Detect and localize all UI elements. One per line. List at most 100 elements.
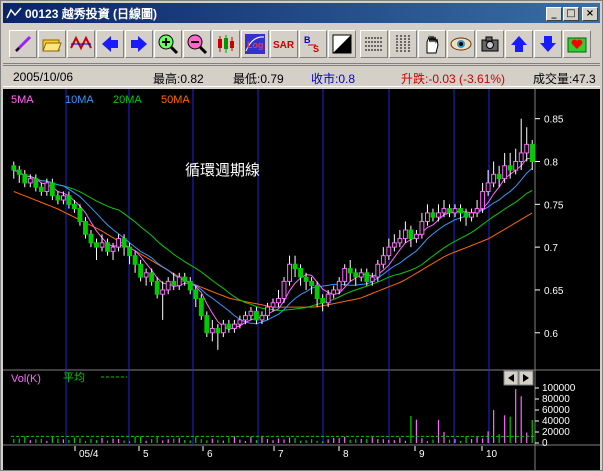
sar-icon: SAR (273, 40, 295, 51)
snapshot-button[interactable] (476, 30, 504, 58)
view-button[interactable] (447, 30, 475, 58)
price-volume-chart[interactable]: 0.85 0.8 0.75 0.7 0.65 0.6 1000008000060000400… (3, 89, 600, 470)
candle-body (66, 195, 72, 205)
contrast-icon (332, 34, 352, 54)
contrast-button[interactable] (328, 30, 356, 58)
open-button[interactable] (38, 30, 66, 58)
candle-body (265, 306, 270, 317)
quote-high: 最高:0.82 (153, 72, 204, 86)
buy-sell-icon: BS (304, 35, 319, 54)
volume-tick-label: 20000 (542, 427, 570, 438)
candle-body (287, 263, 292, 282)
candle-body (402, 229, 408, 240)
candle-body (369, 276, 375, 282)
draw-line-button[interactable] (9, 30, 37, 58)
price-tick-label: 0.65 (544, 286, 564, 297)
candle-body (193, 289, 199, 299)
quote-volume: 成交量:47.3 (533, 72, 596, 86)
candle-body (99, 242, 105, 248)
candle-body (154, 280, 160, 295)
candle-body (342, 268, 348, 282)
candle-body (480, 190, 486, 210)
candle-body (248, 310, 254, 317)
candle-body (447, 208, 452, 214)
candle-body (303, 276, 309, 282)
candle-body (55, 195, 61, 201)
sar-button[interactable]: SAR (270, 30, 298, 58)
candle-body (254, 310, 259, 321)
vertical-grid-button[interactable] (389, 30, 417, 58)
arrow-down-icon (540, 36, 556, 52)
candle-body (386, 246, 392, 257)
legend-20ma: 20MA (113, 94, 142, 106)
wave-button[interactable] (67, 30, 95, 58)
candle-body (198, 298, 204, 317)
candle-body (281, 280, 287, 299)
month-label: 8 (343, 449, 349, 460)
close-button[interactable]: × (582, 7, 598, 21)
log-scale-button[interactable]: Log (241, 30, 269, 58)
candle-body (116, 238, 121, 248)
move-up-button[interactable] (505, 30, 533, 58)
application-window: 00123 越秀投資 (日線圖) _ □ × Log SAR B S 2005/… (0, 0, 603, 471)
candle-body (105, 242, 110, 252)
scroll-right-button[interactable] (125, 30, 153, 58)
horizontal-grid-button[interactable] (360, 30, 388, 58)
candle-body (77, 208, 83, 222)
volume-tick-label: 80000 (542, 394, 570, 405)
candle-body (127, 246, 133, 257)
chart-area[interactable]: 0.85 0.8 0.75 0.7 0.65 0.6 100000 80000 60000 400… (3, 89, 600, 470)
minimize-button[interactable]: _ (546, 7, 562, 21)
candle-body (143, 272, 149, 278)
candle-body (215, 327, 221, 334)
candle-body (226, 323, 232, 329)
window-title: 00123 越秀投資 (日線圖) (25, 6, 158, 21)
svg-text:Log: Log (247, 40, 264, 50)
candle-body (44, 182, 50, 192)
volume-scroll-right-button[interactable] (518, 370, 534, 386)
svg-text:SAR: SAR (273, 40, 295, 51)
move-down-button[interactable] (534, 30, 562, 58)
candle-body (204, 315, 210, 334)
candle-body (441, 208, 447, 214)
candle-body (358, 272, 364, 278)
toolbar: Log SAR BS (3, 26, 600, 64)
candlestick-button[interactable] (212, 30, 240, 58)
candle-body (220, 323, 226, 334)
candle-body (16, 169, 22, 175)
buy-sell-button[interactable]: BS (299, 30, 327, 58)
month-label: 05/4 (79, 449, 99, 460)
quote-date: 2005/10/06 (13, 70, 74, 84)
candle-body (425, 212, 430, 222)
scroll-left-button[interactable] (96, 30, 124, 58)
zoom-in-icon (158, 34, 179, 55)
candle-body (209, 327, 215, 334)
title-bar[interactable]: 00123 越秀投資 (日線圖) _ □ × (3, 3, 600, 23)
candle-body (49, 182, 55, 197)
candle-body (325, 293, 331, 304)
candle-body (430, 212, 436, 218)
quote-change: 升跌:-0.03 (-3.61%) (401, 72, 506, 86)
price-tick-label: 0.85 (544, 115, 564, 126)
candle-body (469, 212, 474, 218)
candle-body (491, 173, 497, 184)
candle-body (408, 229, 414, 240)
hand-button[interactable] (418, 30, 446, 58)
maximize-button[interactable]: □ (563, 7, 579, 21)
volume-scroll-left-button[interactable] (503, 370, 519, 386)
candle-body (276, 298, 281, 304)
vertical-grid-icon (396, 35, 410, 53)
candle-body (413, 233, 419, 240)
candle-body (347, 268, 353, 274)
candle-body (237, 319, 243, 325)
zoom-out-button[interactable] (183, 30, 211, 58)
zoom-in-button[interactable] (154, 30, 182, 58)
month-label: 9 (419, 449, 425, 460)
candle-body (176, 276, 182, 287)
hand-icon (426, 35, 439, 54)
arrow-up-icon (511, 36, 527, 52)
candle-body (529, 143, 535, 162)
favorites-button[interactable] (563, 30, 591, 58)
candle-body (121, 238, 127, 248)
candle-body (331, 289, 337, 295)
